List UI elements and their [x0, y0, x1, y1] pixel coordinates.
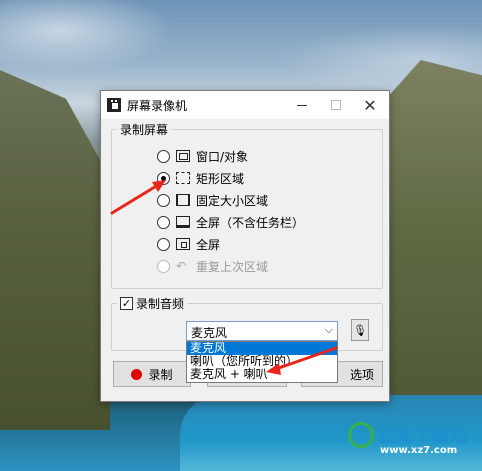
- fullscreen-icon: [176, 238, 190, 250]
- minimize-icon: [297, 104, 307, 106]
- close-button[interactable]: ✕: [353, 91, 387, 119]
- audio-source-value: 麦克风: [191, 326, 228, 340]
- film-icon: [107, 98, 121, 112]
- dropdown-item-microphone-and-speaker[interactable]: 麦克风 + 喇叭: [187, 368, 337, 381]
- chevron-down-icon: ⌵: [324, 323, 333, 336]
- fixed-size-icon: [176, 194, 190, 206]
- radio-rectangle-area[interactable]: [157, 171, 170, 185]
- option-label: 重复上次区域: [196, 259, 269, 274]
- options-button-label: 选项: [349, 367, 374, 382]
- option-fullscreen[interactable]: 全屏: [157, 235, 220, 253]
- option-fixed-size-area[interactable]: 固定大小区域: [157, 191, 268, 209]
- record-audio-label: 录制音频: [136, 297, 185, 311]
- option-fullscreen-no-taskbar[interactable]: 全屏（不含任务栏）: [157, 213, 304, 231]
- option-label: 窗口/对象: [196, 149, 249, 164]
- radio-fullscreen[interactable]: [157, 237, 170, 251]
- screen-recorder-window: 屏幕录像机 ✕ 录制屏幕 窗口/对象 矩形区域 固定大小区域 全屏（不含任务栏）…: [100, 90, 390, 402]
- record-audio-header[interactable]: ✓ 录制音频: [117, 295, 188, 312]
- watermark-logo: 极光下载站 www.xz7.com: [340, 418, 480, 466]
- repeat-icon: ↶: [176, 259, 187, 273]
- microphone-settings-button[interactable]: 🎙: [351, 319, 369, 341]
- option-window-object[interactable]: 窗口/对象: [157, 147, 248, 165]
- title-bar[interactable]: 屏幕录像机 ✕: [101, 91, 389, 119]
- option-label: 矩形区域: [196, 171, 245, 186]
- maximize-button[interactable]: [319, 91, 353, 119]
- option-label: 全屏: [196, 237, 221, 252]
- minimize-button[interactable]: [285, 91, 319, 119]
- audio-source-select[interactable]: 麦克风 ⌵: [186, 321, 338, 341]
- radio-fullscreen-no-taskbar[interactable]: [157, 215, 170, 229]
- close-icon: ✕: [363, 95, 377, 115]
- radio-fixed-size-area[interactable]: [157, 193, 170, 207]
- record-screen-label: 录制屏幕: [117, 121, 172, 138]
- record-audio-checkbox[interactable]: ✓: [120, 297, 133, 310]
- record-button[interactable]: 录制: [113, 361, 191, 387]
- window-title: 屏幕录像机: [127, 99, 188, 113]
- record-dot-icon: [131, 368, 143, 380]
- audio-source-dropdown: 麦克风 喇叭（您所听到的） 麦克风 + 喇叭: [186, 341, 338, 383]
- watermark-url: www.xz7.com: [380, 445, 458, 456]
- maximize-icon: [331, 100, 341, 110]
- rectangle-dashed-icon: [176, 172, 190, 184]
- microphone-icon: 🎙: [353, 323, 367, 337]
- mountain-right: [380, 60, 482, 440]
- option-rectangle-area[interactable]: 矩形区域: [157, 169, 244, 187]
- radio-window-object[interactable]: [157, 149, 170, 163]
- window-icon: [176, 150, 190, 162]
- option-label: 固定大小区域: [196, 193, 269, 208]
- option-repeat-last-area: ↶ 重复上次区域: [157, 257, 268, 275]
- record-button-label: 录制: [148, 367, 173, 382]
- radio-repeat-last-area: [157, 259, 170, 273]
- watermark-text: 极光下载站: [378, 427, 468, 447]
- fullscreen-taskbar-icon: [176, 216, 190, 228]
- option-label: 全屏（不含任务栏）: [196, 215, 305, 230]
- watermark-logo-icon: [348, 422, 374, 448]
